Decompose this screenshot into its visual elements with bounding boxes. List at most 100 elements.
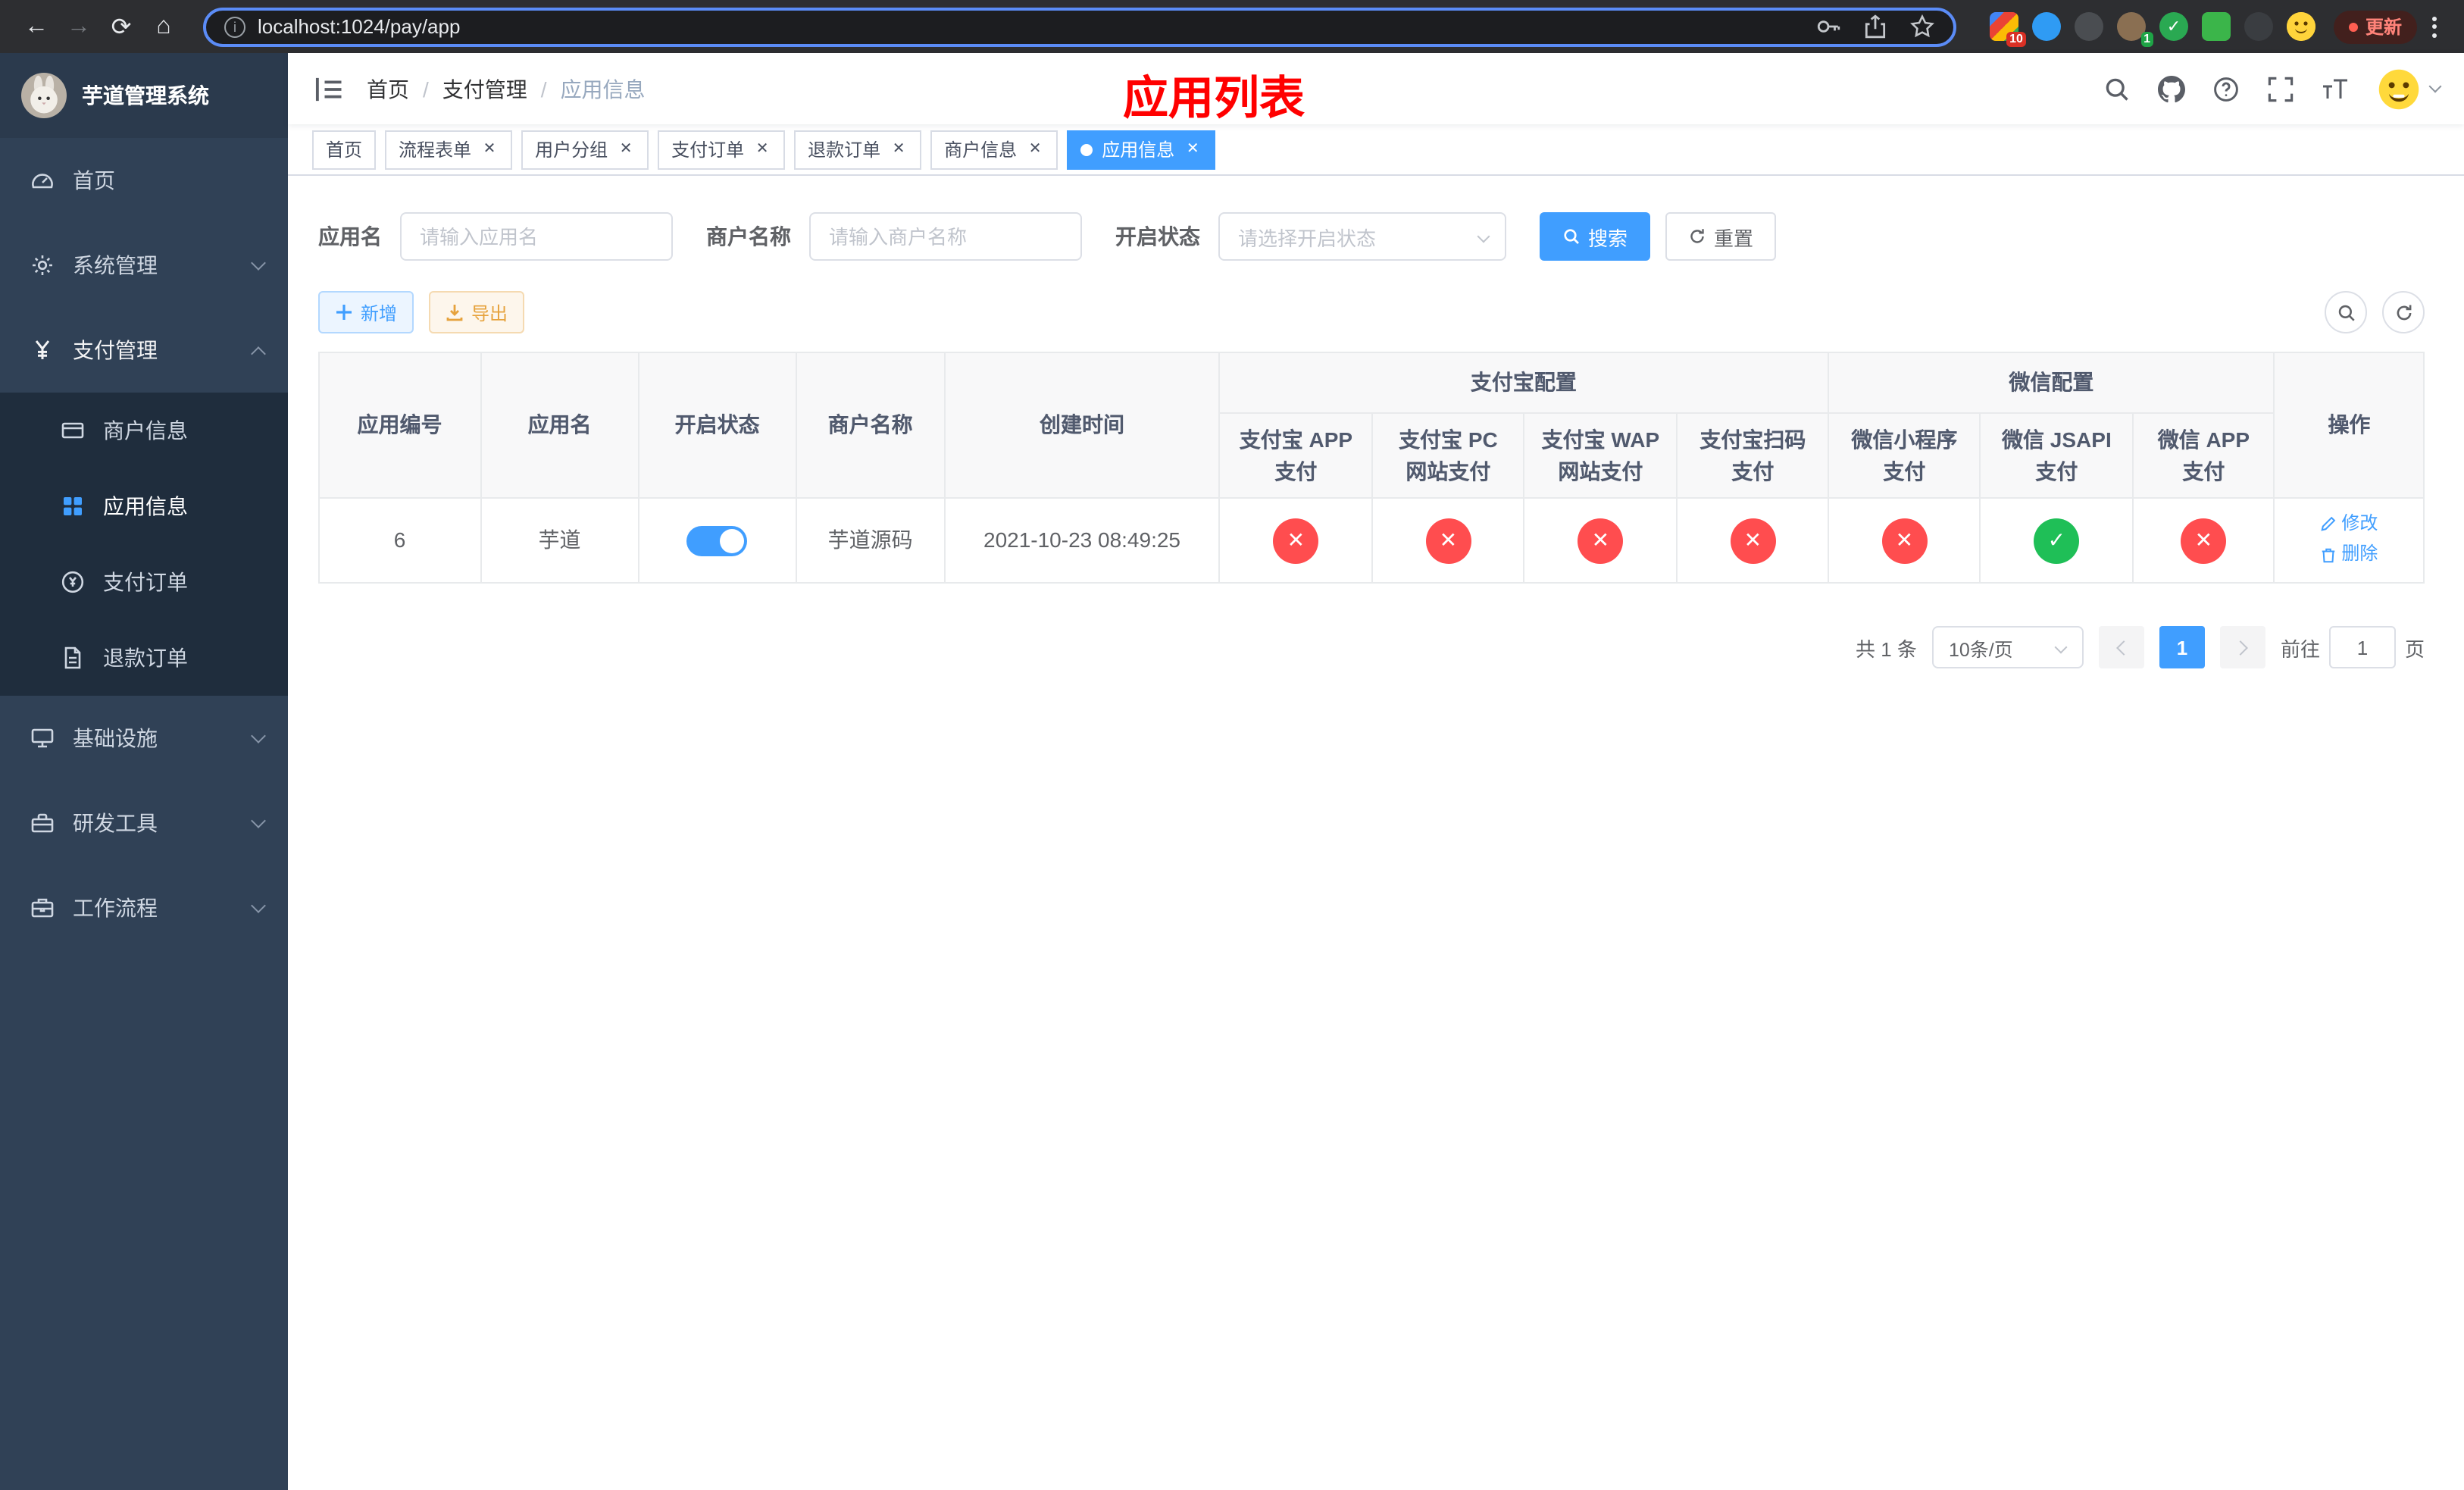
site-info-icon[interactable] — [224, 16, 245, 37]
column-header-alipay-wap: 支付宝 WAP 网站支付 — [1522, 412, 1678, 499]
tab-process-form[interactable]: 流程表单 — [385, 130, 513, 169]
github-icon[interactable] — [2158, 75, 2185, 102]
breadcrumb-home[interactable]: 首页 — [367, 74, 409, 104]
cell-status — [638, 497, 797, 584]
search-button-label: 搜索 — [1588, 227, 1628, 249]
search-icon[interactable] — [2103, 75, 2131, 102]
sidebar-item-system[interactable]: 系统管理 — [0, 223, 288, 308]
tab-payment-orders[interactable]: 支付订单 — [658, 130, 786, 169]
password-key-icon[interactable] — [1815, 14, 1841, 39]
alipay-qr-status-icon — [1730, 518, 1776, 563]
close-icon[interactable] — [480, 140, 499, 158]
merchant-name-input[interactable] — [809, 212, 1082, 261]
status-select[interactable]: 请选择开启状态 — [1218, 212, 1506, 261]
navbar-actions — [2103, 66, 2442, 111]
close-icon[interactable] — [890, 140, 908, 158]
address-url[interactable]: localhost:1024/pay/app — [258, 15, 1803, 38]
sidebar-collapse-icon[interactable] — [312, 72, 346, 105]
sidebar-item-refund-orders[interactable]: 退款订单 — [0, 620, 288, 696]
tags-view: 首页 流程表单 用户分组 支付订单 退款订单 — [288, 124, 2464, 176]
browser-update-button[interactable]: 更新 — [2333, 10, 2417, 43]
extension-colorful-icon[interactable]: 10 — [1989, 12, 2026, 47]
column-header-actions: 操作 — [2273, 352, 2425, 499]
status-select-placeholder: 请选择开启状态 — [1238, 227, 1377, 249]
extension-puzzle-icon[interactable] — [2244, 12, 2273, 41]
page-size-value: 10条/页 — [1948, 639, 2013, 660]
close-icon[interactable] — [1184, 140, 1202, 158]
sidebar-item-home[interactable]: 首页 — [0, 138, 288, 223]
delete-link[interactable]: 删除 — [2320, 542, 2378, 568]
extension-avatar-icon[interactable]: 1 — [2116, 12, 2153, 47]
status-toggle[interactable] — [686, 526, 748, 557]
export-button[interactable]: 导出 — [429, 291, 525, 333]
page-size-select[interactable]: 10条/页 — [1931, 626, 2084, 668]
breadcrumb-separator — [423, 77, 429, 101]
browser-home-button[interactable]: ⌂ — [145, 8, 182, 45]
menu-label: 退款订单 — [103, 646, 188, 670]
column-header-wx-lite: 微信小程序支付 — [1827, 412, 1981, 499]
extension-dark-icon[interactable] — [2074, 12, 2103, 41]
address-bar[interactable]: localhost:1024/pay/app — [203, 7, 1956, 46]
plus-icon — [336, 305, 352, 320]
bookmark-star-icon[interactable] — [1909, 14, 1935, 39]
column-header-create-time: 创建时间 — [944, 352, 1220, 499]
tab-home[interactable]: 首页 — [312, 130, 377, 169]
toggle-search-button[interactable] — [2325, 291, 2367, 333]
tab-label: 商户信息 — [944, 139, 1018, 161]
sidebar-item-payment[interactable]: 支付管理 — [0, 308, 288, 393]
refresh-icon — [2396, 304, 2411, 320]
column-header-alipay-pc: 支付宝 PC 网站支付 — [1371, 412, 1524, 499]
app-logo[interactable]: 芋道管理系统 — [0, 53, 288, 138]
font-size-icon[interactable] — [2322, 75, 2349, 102]
close-icon[interactable] — [617, 140, 635, 158]
browser-reload-button[interactable]: ⟳ — [103, 8, 139, 45]
browser-forward-button[interactable]: → — [61, 8, 97, 45]
tab-merchant-info[interactable]: 商户信息 — [930, 130, 1058, 169]
merchant-name-label: 商户名称 — [706, 224, 791, 249]
fullscreen-icon[interactable] — [2267, 75, 2294, 102]
add-button[interactable]: 新增 — [318, 291, 414, 333]
edit-link[interactable]: 修改 — [2320, 511, 2378, 537]
browser-menu-icon[interactable] — [2423, 10, 2446, 43]
monitor-icon — [30, 726, 55, 750]
tab-app-info[interactable]: 应用信息 — [1067, 130, 1216, 169]
search-button[interactable]: 搜索 — [1540, 212, 1651, 261]
sidebar-item-merchant-info[interactable]: 商户信息 — [0, 393, 288, 468]
sidebar-item-workflow[interactable]: 工作流程 — [0, 866, 288, 950]
sidebar-item-payment-orders[interactable]: 支付订单 — [0, 544, 288, 620]
edit-link-label: 修改 — [2341, 512, 2378, 534]
reset-button[interactable]: 重置 — [1665, 212, 1777, 261]
help-icon[interactable] — [2212, 75, 2240, 102]
prev-page-button[interactable] — [2098, 626, 2144, 668]
extension-drop-icon[interactable] — [2031, 12, 2061, 41]
extension-green-square-icon[interactable] — [2201, 12, 2231, 41]
browser-back-button[interactable]: ← — [18, 8, 55, 45]
next-page-button[interactable] — [2219, 626, 2265, 668]
page-number-button[interactable]: 1 — [2159, 626, 2205, 668]
close-icon[interactable] — [753, 140, 771, 158]
document-icon — [61, 646, 85, 670]
refresh-table-button[interactable] — [2382, 291, 2425, 333]
app-name-input[interactable] — [400, 212, 673, 261]
tab-refund-orders[interactable]: 退款订单 — [794, 130, 922, 169]
goto-page-input[interactable] — [2328, 626, 2396, 668]
sidebar-item-app-info[interactable]: 应用信息 — [0, 468, 288, 544]
sidebar-item-infrastructure[interactable]: 基础设施 — [0, 696, 288, 781]
user-avatar-menu[interactable] — [2376, 66, 2442, 111]
column-group-alipay: 支付宝配置 — [1218, 352, 1829, 414]
extension-check-icon[interactable] — [2159, 12, 2188, 41]
share-icon[interactable] — [1862, 14, 1888, 39]
breadcrumb-separator — [541, 77, 547, 101]
breadcrumb-payment[interactable]: 支付管理 — [442, 74, 527, 104]
toolbox-icon — [30, 811, 55, 835]
menu-label: 基础设施 — [73, 726, 158, 750]
table-toolbar: 新增 导出 — [318, 291, 2425, 333]
cell-create-time: 2021-10-23 08:49:25 — [944, 497, 1220, 584]
close-icon[interactable] — [1026, 140, 1044, 158]
page-content: 应用名 商户名称 开启状态 请选择开启状态 — [288, 176, 2464, 1490]
extension-smiley-icon[interactable] — [2286, 12, 2315, 41]
tab-user-group[interactable]: 用户分组 — [521, 130, 649, 169]
sidebar-item-dev-tools[interactable]: 研发工具 — [0, 781, 288, 866]
page-title: 应用列表 — [1123, 74, 1305, 124]
wx-jsapi-status-icon — [2034, 518, 2080, 563]
